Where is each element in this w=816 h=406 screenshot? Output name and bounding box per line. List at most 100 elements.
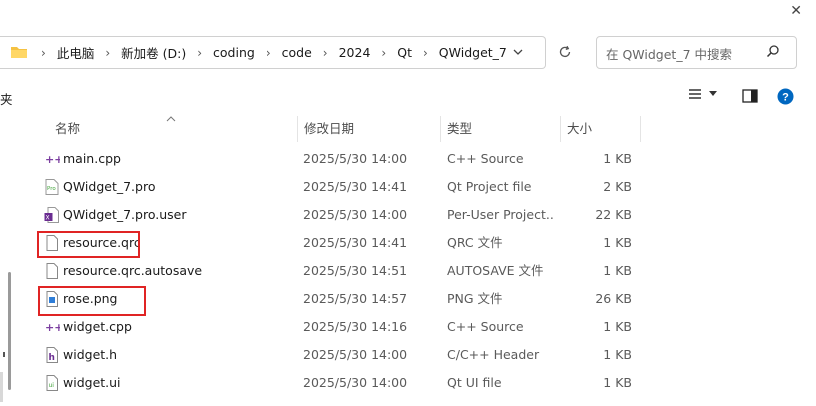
address-dropdown-button[interactable] [512,46,524,61]
file-type: PNG 文件 [447,291,503,306]
file-row[interactable]: ++ main.cpp 2025/5/30 14:00 C++ Source 1… [0,145,640,173]
chevron-right-icon[interactable]: › [257,47,280,59]
pro-user-file-icon: X [44,207,60,223]
file-date: 2025/5/30 14:00 [303,207,408,222]
file-type: Per-User Project... [447,207,555,222]
breadcrumb-qwidget7[interactable]: QWidget_7 [437,45,509,60]
breadcrumb-this-pc[interactable]: 此电脑 [55,43,97,62]
pro-file-icon: Pro [44,179,60,195]
file-size: 1 KB [603,375,632,390]
file-type: C++ Source [447,319,524,334]
column-header-type[interactable]: 类型 [447,116,472,142]
file-name: QWidget_7.pro.user [63,207,187,222]
cpp-file-icon: ++ [44,319,63,335]
sort-up-icon [166,110,176,125]
svg-text:?: ? [782,92,789,104]
file-type: C++ Source [447,151,524,166]
list-view-icon [689,89,701,99]
ui-file-icon: ui [44,375,60,391]
view-options-button[interactable] [688,88,718,100]
close-window-button[interactable]: ✕ [790,4,802,18]
breadcrumb-drive[interactable]: 新加卷 (D:) [119,43,188,62]
file-size: 1 KB [603,347,632,362]
search-placeholder: 在 QWidget_7 中搜索 [606,47,733,62]
breadcrumb-code[interactable]: code [280,45,314,60]
file-name: resource.qrc.autosave [63,263,203,278]
breadcrumb-2024[interactable]: 2024 [337,45,373,60]
column-header-name[interactable]: 名称 [55,116,80,142]
file-type: Qt Project file [447,179,532,194]
nav-pane-scrollbar[interactable] [8,272,11,390]
file-date: 2025/5/30 14:51 [303,263,408,278]
chevron-right-icon[interactable]: › [314,47,337,59]
cpp-file-icon: ++ [44,151,63,167]
breadcrumb: › 此电脑 › 新加卷 (D:) › coding › code › 2024 … [32,36,509,69]
file-date: 2025/5/30 14:00 [303,347,408,362]
file-row[interactable]: resource.qrc.autosave 2025/5/30 14:51 AU… [0,257,640,285]
file-name: QWidget_7.pro [63,179,156,194]
svg-text:h: h [49,353,55,363]
chevron-right-icon[interactable]: › [188,47,211,59]
file-size: 1 KB [603,151,632,166]
chevron-right-icon[interactable]: › [96,47,119,59]
chevron-right-icon[interactable]: › [372,47,395,59]
toolbar-label[interactable]: 夹 [0,89,13,108]
search-icon[interactable] [766,44,780,61]
preview-pane-icon [742,89,758,103]
file-date: 2025/5/30 14:00 [303,151,408,166]
highlight-box-rose-png [38,286,146,316]
column-header-size[interactable]: 大小 [567,116,592,142]
chevron-right-icon[interactable]: › [414,47,437,59]
column-header-date[interactable]: 修改日期 [304,116,354,142]
svg-text:Pro: Pro [47,186,56,192]
svg-text:X: X [46,215,50,222]
breadcrumb-qt[interactable]: Qt [395,45,414,60]
file-row[interactable]: X QWidget_7.pro.user 2025/5/30 14:00 Per… [0,201,640,229]
file-row[interactable]: Pro QWidget_7.pro 2025/5/30 14:41 Qt Pro… [0,173,640,201]
file-name: widget.h [63,347,118,362]
refresh-icon [559,45,571,58]
svg-text:ui: ui [49,382,55,389]
file-date: 2025/5/30 14:41 [303,179,408,194]
file-row[interactable]: ui widget.ui 2025/5/30 14:00 Qt UI file … [0,369,640,397]
column-divider[interactable] [297,116,298,142]
file-size: 1 KB [603,263,632,278]
breadcrumb-coding[interactable]: coding [211,45,257,60]
file-type: AUTOSAVE 文件 [447,263,544,278]
file-date: 2025/5/30 14:41 [303,235,408,250]
dropdown-triangle-icon [709,91,717,96]
chevron-right-icon: › [41,45,46,60]
highlight-box-resource-qrc [37,231,140,258]
help-button[interactable]: ? [777,88,794,108]
help-icon: ? [777,88,794,105]
blank-file-icon [44,263,60,279]
nav-pane-edge [3,352,5,357]
refresh-button[interactable] [555,42,575,62]
preview-pane-button[interactable] [742,89,758,106]
file-size: 22 KB [595,207,632,222]
file-row[interactable]: h widget.h 2025/5/30 14:00 C/C++ Header … [0,341,640,369]
column-divider[interactable] [440,116,441,142]
file-date: 2025/5/30 14:57 [303,291,408,306]
column-divider[interactable] [640,116,641,142]
file-size: 1 KB [603,235,632,250]
file-date: 2025/5/30 14:16 [303,319,408,334]
svg-text:++: ++ [45,321,60,334]
file-name: main.cpp [63,151,121,166]
file-name: widget.ui [63,375,121,390]
chevron-down-icon [513,49,523,55]
file-date: 2025/5/30 14:00 [303,375,408,390]
header-file-icon: h [44,347,60,363]
file-type: Qt UI file [447,375,502,390]
file-size: 1 KB [603,319,632,334]
nav-pane-scroll-thumb[interactable] [0,372,3,402]
file-size: 26 KB [595,291,632,306]
folder-icon [10,44,28,63]
column-divider[interactable] [560,116,561,142]
svg-text:++: ++ [45,153,60,166]
file-type: C/C++ Header [447,347,540,362]
file-size: 2 KB [603,179,632,194]
file-row[interactable]: ++ widget.cpp 2025/5/30 14:16 C++ Source… [0,313,640,341]
file-type: QRC 文件 [447,235,503,250]
file-name: widget.cpp [63,319,132,334]
